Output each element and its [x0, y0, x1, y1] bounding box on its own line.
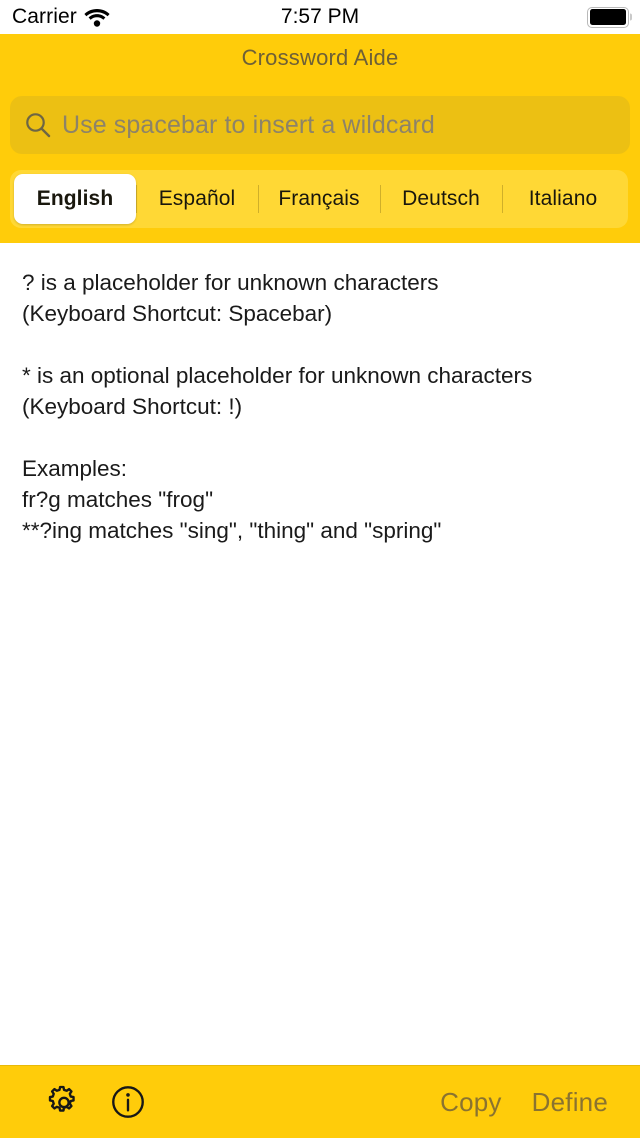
- segment-label: Español: [158, 187, 236, 210]
- bottom-toolbar: Copy Define: [0, 1065, 640, 1138]
- page-title: Crossword Aide: [241, 45, 399, 70]
- status-bar-time: 7:57 PM: [280, 5, 360, 28]
- copy-button[interactable]: Copy: [440, 1087, 502, 1118]
- search-icon: [26, 113, 51, 138]
- help-text: ? is a placeholder for unknown character…: [22, 270, 533, 543]
- toolbar-left-group: [0, 1082, 148, 1122]
- segment-francais[interactable]: Français: [258, 174, 380, 224]
- segment-label: Français: [278, 187, 360, 210]
- status-bar-right: [587, 0, 632, 34]
- app-header: Crossword Aide Use spacebar to insert a …: [0, 34, 640, 243]
- status-bar: Carrier 7:57 PM: [0, 0, 640, 34]
- segment-divider: [258, 185, 259, 213]
- gear-icon[interactable]: [44, 1082, 84, 1122]
- segment-label: Italiano: [528, 187, 598, 210]
- app-screen: Carrier 7:57 PM Crossword Aide Use space…: [0, 0, 640, 1138]
- segment-label: Deutsch: [402, 187, 480, 210]
- segment-english[interactable]: English: [14, 174, 136, 224]
- segment-espanol[interactable]: Español: [136, 174, 258, 224]
- segment-divider: [136, 185, 137, 213]
- battery-icon: [587, 6, 632, 28]
- search-field[interactable]: Use spacebar to insert a wildcard: [10, 96, 630, 154]
- search-input[interactable]: Use spacebar to insert a wildcard: [62, 111, 435, 140]
- toolbar-right-group: Copy Define: [440, 1087, 640, 1118]
- battery-fill: [589, 9, 627, 25]
- segment-divider: [502, 185, 503, 213]
- battery-nub: [629, 13, 632, 21]
- language-segmented-control[interactable]: English Español Français Deutsch Italian…: [10, 170, 628, 228]
- define-button[interactable]: Define: [532, 1087, 608, 1118]
- segment-italiano[interactable]: Italiano: [502, 174, 624, 224]
- info-circle-icon[interactable]: [108, 1082, 148, 1122]
- segment-divider: [380, 185, 381, 213]
- segment-label: English: [36, 187, 114, 210]
- content-area: ? is a placeholder for unknown character…: [0, 243, 640, 1065]
- segment-deutsch[interactable]: Deutsch: [380, 174, 502, 224]
